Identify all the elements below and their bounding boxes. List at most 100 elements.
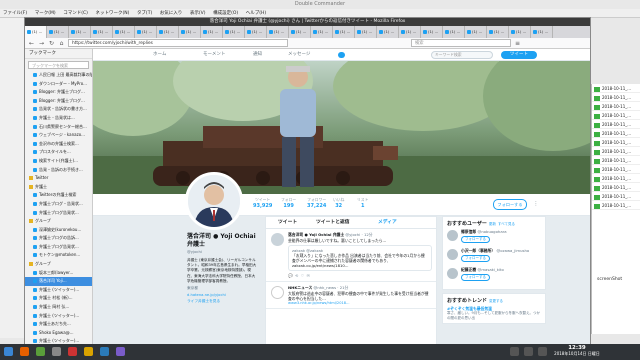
nav-moments[interactable]: モーメント <box>203 49 225 61</box>
bookmark-item[interactable]: 落合洋司 Yoji... <box>25 277 92 286</box>
tweet-author[interactable]: NHKニュース <box>288 285 312 290</box>
browser-tab[interactable]: (1) ... <box>245 26 267 38</box>
nav-messages[interactable]: メッセージ <box>288 49 310 61</box>
browser-tab[interactable]: (1) ... <box>267 26 289 38</box>
browser-tab[interactable]: (1) ... <box>509 26 531 38</box>
bookmark-item[interactable]: モトケン@motoken... <box>25 251 92 260</box>
app-icon[interactable] <box>68 347 77 356</box>
file-row[interactable]: 2018-10-11_... <box>592 156 640 165</box>
browser-tab[interactable]: (1) ... <box>69 26 91 38</box>
bookmark-item[interactable]: 石川県警察センター総合... <box>25 123 92 132</box>
profile-link[interactable]: d.hatena.ne.jp/yjochi <box>187 293 257 297</box>
browser-tab[interactable]: (1) ... <box>311 26 333 38</box>
search-bar[interactable]: 検索 <box>411 39 511 47</box>
profile-stat[interactable]: フォロー 199 <box>281 197 296 209</box>
tab-media[interactable]: メディア <box>378 217 397 229</box>
bookmark-item[interactable]: 金沢市の弁護士検索... <box>25 140 92 149</box>
bookmark-item[interactable]: 告発状・告訴状の書き方... <box>25 105 92 114</box>
reload-icon[interactable]: ↻ <box>48 40 55 47</box>
user-avatar[interactable] <box>447 249 458 260</box>
browser-tab[interactable]: (1) ... <box>443 26 465 38</box>
browser-tab[interactable]: (1) ... <box>487 26 509 38</box>
bookmark-folder[interactable]: グループ <box>25 217 92 226</box>
file-row[interactable]: 2018-10-11_... <box>592 84 640 93</box>
more-options-icon[interactable]: ⋮ <box>531 200 541 209</box>
file-row[interactable]: 2018-10-11_... <box>592 147 640 156</box>
file-row[interactable]: 2018-10-11_... <box>592 174 640 183</box>
like-icon[interactable]: ♡ <box>301 273 304 278</box>
network-icon[interactable] <box>510 347 519 356</box>
app-icon[interactable] <box>100 347 109 356</box>
file-row[interactable]: 2018-10-11_... <box>592 201 640 210</box>
battery-icon[interactable] <box>538 347 547 356</box>
file-row[interactable]: 2018-10-11_... <box>592 138 640 147</box>
home-icon[interactable]: ⌂ <box>58 40 65 47</box>
message-icon[interactable]: ✉ <box>307 273 310 278</box>
user-name[interactable]: 紀藤正樹 <box>461 267 476 272</box>
bookmark-item[interactable]: Shoko Egawa@... <box>25 329 92 338</box>
view-all-link[interactable]: すべて見る <box>498 222 515 226</box>
tweet-author[interactable]: 落合洋司 ● Yoji Ochiai 弁護士 <box>288 232 344 237</box>
profile-avatar[interactable] <box>185 172 243 230</box>
tweet-button[interactable]: ツイート <box>501 51 537 59</box>
bookmark-item[interactable]: 人民日報 上田 最高裁判事の陰に <box>25 71 92 80</box>
file-row[interactable]: 2018-10-11_... <box>592 93 640 102</box>
bookmark-folder[interactable]: 弁護士 <box>25 183 92 192</box>
bookmark-item[interactable]: ダウンローダー - MyPro... <box>25 80 92 89</box>
folder-icon[interactable] <box>84 347 93 356</box>
browser-tab[interactable]: (1) ... <box>289 26 311 38</box>
file-manager-icon[interactable] <box>36 347 45 356</box>
tweet-time[interactable]: 12分 <box>364 232 373 237</box>
bookmark-item[interactable]: 検索サイト(弁護士)... <box>25 157 92 166</box>
back-icon[interactable]: ← <box>28 40 35 47</box>
follow-button[interactable]: フォローする <box>493 199 527 210</box>
browser-tab[interactable]: (1) ... <box>399 26 421 38</box>
quoted-tweet[interactable]: zakzak @zakzak 「お蔵入り」になった悲しき作品 出演者は当たり前、… <box>288 245 432 271</box>
start-menu-icon[interactable] <box>4 347 13 356</box>
taskbar-clock[interactable]: 12:39 2018年10月14日 日曜日 <box>552 345 602 357</box>
profile-name[interactable]: 落合洋司 ● Yoji Ochiai 弁護士 <box>187 233 257 249</box>
nav-notifications[interactable]: 通知 <box>253 49 262 61</box>
follow-user-button[interactable]: フォローする <box>461 236 490 243</box>
forward-icon[interactable]: → <box>38 40 45 47</box>
follow-user-button[interactable]: フォローする <box>461 274 490 281</box>
browser-tab[interactable]: (1) ... <box>157 26 179 38</box>
user-name[interactable]: 小沢一郎（事務所） <box>461 248 495 253</box>
browser-tab[interactable]: (1) ... <box>179 26 201 38</box>
browser-tab[interactable]: (1) ... <box>113 26 135 38</box>
profile-stat[interactable]: リスト 1 <box>357 197 368 209</box>
bookmark-item[interactable]: 弁護士ブログ告発状... <box>25 243 92 252</box>
bookmark-item[interactable]: 弁護士ブログ・告発状... <box>25 200 92 209</box>
tweet[interactable]: 落合洋司 ● Yoji Ochiai 弁護士 @yjochi · 12分 芸能界… <box>266 229 436 282</box>
user-avatar[interactable] <box>447 268 458 279</box>
browser-tab[interactable]: (1) ... <box>531 26 553 38</box>
change-trends-link[interactable]: 変更する <box>489 299 503 303</box>
browser-tab[interactable]: (1) ... <box>201 26 223 38</box>
browser-tab[interactable]: (1) ... <box>135 26 157 38</box>
bookmark-item[interactable]: 告発・告訴のお手続き... <box>25 166 92 175</box>
bookmark-folder[interactable]: グループ <box>25 260 92 269</box>
firefox-icon[interactable] <box>20 347 29 356</box>
bookmark-item[interactable]: ウェブページ - kanazo... <box>25 131 92 140</box>
tweet-time[interactable]: 21分 <box>340 285 349 290</box>
menu-icon[interactable]: ≡ <box>514 40 521 47</box>
retweet-icon[interactable]: ⟲ <box>295 273 298 278</box>
app-icon[interactable] <box>116 347 125 356</box>
tweet[interactable]: NHKニュース @nhk_news · 21分 大阪府警は逃走中の容疑者、犯罪の… <box>266 282 436 309</box>
browser-tab[interactable]: (1) ... <box>421 26 443 38</box>
bookmark-item[interactable]: 弁護士ブログの告訴... <box>25 234 92 243</box>
tab-tweets[interactable]: ツイート <box>278 217 297 229</box>
bookmark-item[interactable]: 深澤諭史(kuronekou... <box>25 226 92 235</box>
bookmark-item[interactable]: 弁護士ブログ告発状... <box>25 209 92 218</box>
bookmark-search-input[interactable]: ブックマークを検索 <box>28 61 89 69</box>
refresh-link[interactable]: 更新 <box>489 222 496 226</box>
bookmark-item[interactable]: 弁護士 (ツイッター)... <box>25 312 92 321</box>
bookmark-item[interactable]: Twitterの弁護士検索 <box>25 191 92 200</box>
user-avatar[interactable] <box>447 230 458 241</box>
file-row[interactable]: 2018-10-11_... <box>592 120 640 129</box>
profile-extra-link[interactable]: ライフ弁護士を見る <box>187 299 257 304</box>
browser-tab[interactable]: (1) ... <box>47 26 69 38</box>
follow-user-button[interactable]: フォローする <box>461 255 490 262</box>
file-row[interactable]: 2018-10-11_... <box>592 192 640 201</box>
tab-tweets-replies[interactable]: ツイートと返信 <box>316 217 350 229</box>
